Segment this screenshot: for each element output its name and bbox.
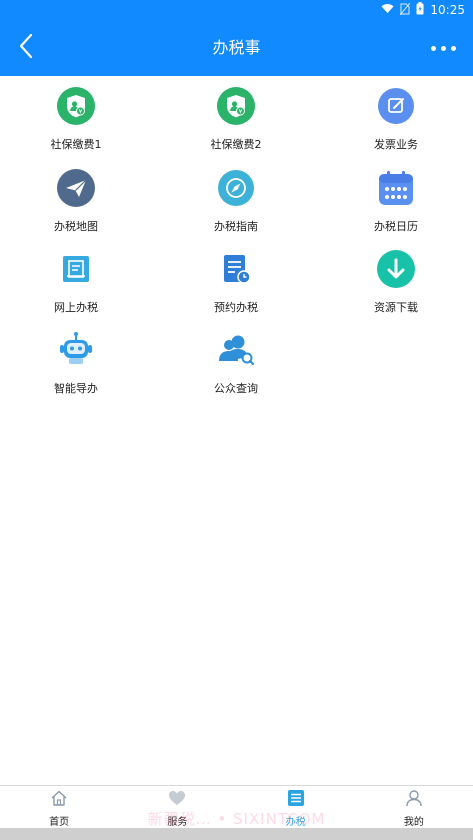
- grid-item-appointment[interactable]: 预约办税: [176, 249, 296, 327]
- compass-icon: [216, 168, 256, 208]
- tab-label: 我的: [403, 817, 424, 828]
- grid-item-label: 办税指南: [214, 220, 258, 233]
- tab-mine[interactable]: 我的: [355, 786, 473, 828]
- robot-icon: [56, 330, 96, 370]
- social-security-shield-icon: ¥: [56, 86, 96, 126]
- paper-plane-icon: [56, 168, 96, 208]
- grid-item-label: 公众查询: [214, 382, 258, 395]
- no-sim-icon: [399, 2, 411, 18]
- grid-item-social-security-2[interactable]: ¥ 社保缴费2: [176, 86, 296, 164]
- tab-tax[interactable]: 办税: [237, 786, 355, 828]
- grid-item-label: 资源下载: [374, 301, 418, 314]
- grid-item-label: 智能导办: [54, 382, 98, 395]
- page-title: 办税事: [212, 38, 261, 57]
- grid-item-social-security-1[interactable]: ¥ 社保缴费1: [16, 86, 136, 164]
- back-button[interactable]: [8, 30, 44, 66]
- user-search-icon: [216, 330, 256, 370]
- tab-home[interactable]: 首页: [0, 786, 118, 828]
- appointment-document-icon: [216, 249, 256, 289]
- svg-text:¥: ¥: [239, 109, 243, 116]
- grid-item-label: 办税地图: [54, 220, 98, 233]
- app-bar: 办税事: [0, 20, 473, 76]
- home-icon: [50, 789, 68, 811]
- more-dot-icon: [430, 45, 436, 51]
- system-nav-strip: [0, 828, 473, 840]
- svg-text:¥: ¥: [79, 109, 83, 116]
- tab-service[interactable]: 服务: [118, 786, 236, 828]
- grid-item-label: 办税日历: [374, 220, 418, 233]
- grid-item-label: 预约办税: [214, 301, 258, 314]
- user-icon: [405, 789, 423, 811]
- grid-item-public-query[interactable]: 公众查询: [176, 330, 296, 408]
- invoice-edit-icon: [376, 86, 416, 126]
- status-time: 10:25: [430, 3, 465, 17]
- online-document-icon: [56, 249, 96, 289]
- grid-item-tax-map[interactable]: 办税地图: [16, 168, 136, 246]
- tab-label: 办税: [285, 817, 306, 828]
- grid-item-resource-download[interactable]: 资源下载: [336, 249, 456, 327]
- battery-icon: [416, 2, 424, 18]
- grid-item-label: 社保缴费2: [210, 138, 262, 151]
- grid-item-tax-guide[interactable]: 办税指南: [176, 168, 296, 246]
- tab-label: 首页: [49, 817, 70, 828]
- status-bar: 10:25: [0, 0, 473, 20]
- wifi-icon: [381, 3, 394, 17]
- list-icon: [287, 789, 305, 811]
- more-dot-icon: [450, 45, 456, 51]
- social-security-shield-icon: ¥: [216, 86, 256, 126]
- grid-item-label: 网上办税: [54, 301, 98, 314]
- more-dot-icon: [440, 45, 446, 51]
- calendar-icon: [376, 168, 416, 208]
- chevron-left-icon: [18, 33, 34, 63]
- grid-item-label: 社保缴费1: [50, 138, 102, 151]
- grid-item-smart-guide[interactable]: 智能导办: [16, 330, 136, 408]
- download-icon: [376, 249, 416, 289]
- grid-item-label: 发票业务: [374, 138, 418, 151]
- tab-label: 服务: [167, 817, 188, 828]
- more-options-button[interactable]: [423, 33, 463, 63]
- grid-item-invoice[interactable]: 发票业务: [336, 86, 456, 164]
- grid-item-online-tax[interactable]: 网上办税: [16, 249, 136, 327]
- grid-item-tax-calendar[interactable]: 办税日历: [336, 168, 456, 246]
- bottom-tab-bar: 首页 服务 办税 我的: [0, 785, 473, 828]
- heart-icon: [168, 789, 186, 811]
